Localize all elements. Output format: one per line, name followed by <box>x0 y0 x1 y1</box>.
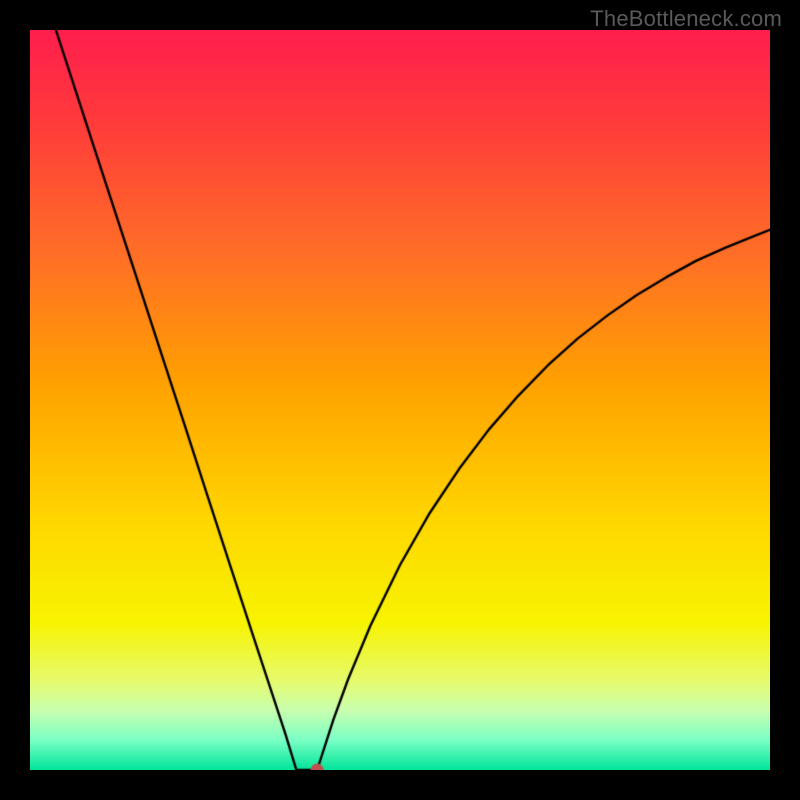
chart-container: TheBottleneck.com <box>0 0 800 800</box>
watermark-text: TheBottleneck.com <box>590 6 782 32</box>
bottleneck-chart <box>30 30 770 770</box>
